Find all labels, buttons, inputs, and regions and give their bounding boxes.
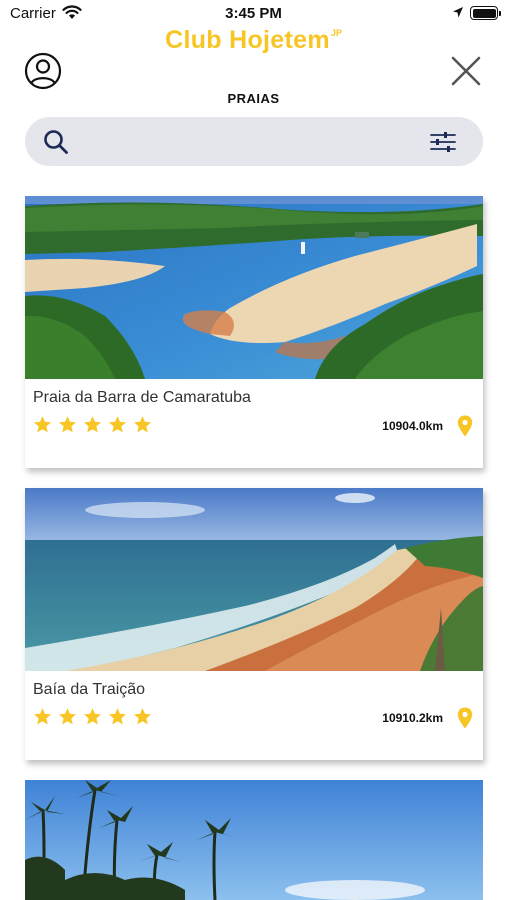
star-icon — [84, 416, 101, 433]
battery-icon — [470, 6, 501, 20]
beach-name: Baía da Traição — [33, 681, 146, 698]
search-icon[interactable] — [43, 129, 69, 155]
star-rating — [33, 415, 152, 434]
location-arrow-icon — [453, 7, 463, 18]
beach-card[interactable]: Praia da Barra de Camaratuba 10904.0km — [25, 196, 483, 468]
beach-photo — [25, 196, 483, 379]
distance-label: 10904.0km — [382, 419, 443, 433]
star-icon — [34, 708, 51, 725]
star-icon — [59, 708, 76, 725]
search-bar — [25, 117, 483, 166]
brand-name: Club Hojetem — [165, 26, 330, 54]
star-icon — [109, 708, 126, 725]
search-input[interactable] — [81, 125, 421, 158]
star-rating — [33, 707, 152, 726]
star-icon — [84, 708, 101, 725]
brand-superscript: JP — [330, 28, 342, 38]
beach-photo — [25, 780, 483, 900]
close-icon[interactable] — [450, 55, 482, 87]
star-icon — [34, 416, 51, 433]
beach-photo — [25, 488, 483, 671]
user-circle-icon[interactable] — [24, 52, 62, 90]
star-icon — [134, 708, 151, 725]
star-icon — [59, 416, 76, 433]
star-icon — [109, 416, 126, 433]
distance-label: 10910.2km — [382, 711, 443, 725]
star-icon — [134, 416, 151, 433]
beach-name: Praia da Barra de Camaratuba — [33, 389, 251, 406]
map-pin-icon[interactable] — [457, 707, 473, 729]
sliders-icon[interactable] — [429, 129, 457, 155]
beach-card[interactable]: Baía da Traição 10910.2km — [25, 488, 483, 760]
status-bar: Carrier 3:45 PM — [0, 0, 507, 28]
brand-logo: Club HojetemJP — [0, 26, 507, 55]
map-pin-icon[interactable] — [457, 415, 473, 437]
status-time: 3:45 PM — [225, 5, 282, 22]
page-title: PRAIAS — [227, 91, 280, 106]
beach-card[interactable] — [25, 780, 483, 900]
